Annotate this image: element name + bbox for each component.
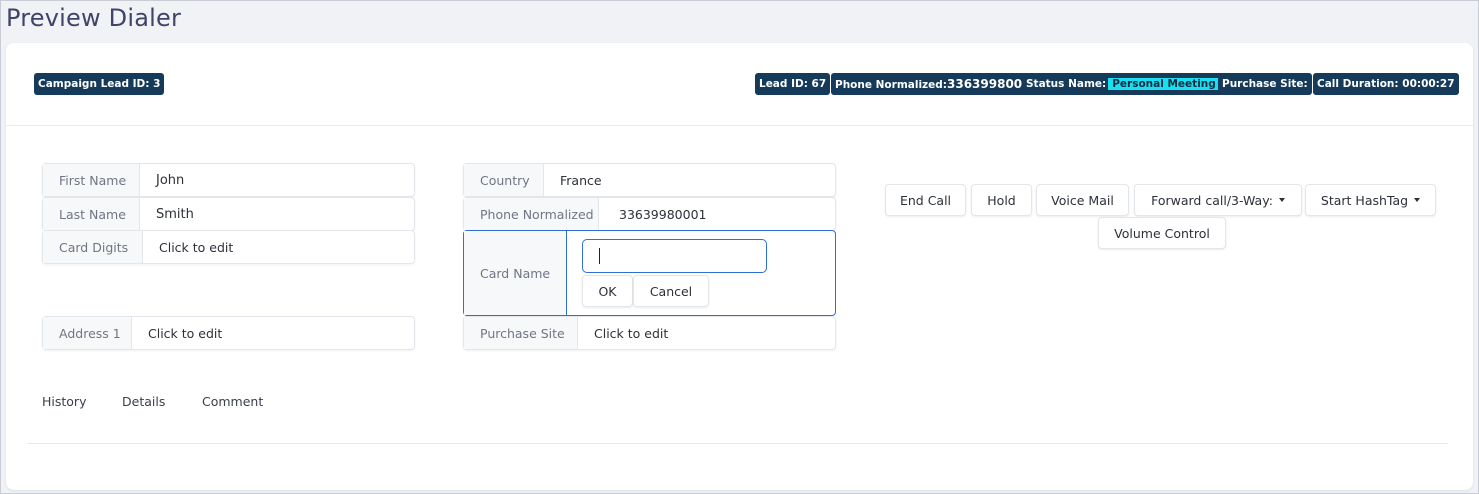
card-name-edit-box: OK Cancel	[567, 231, 835, 315]
purchase-site-badge: Purchase Site:	[1218, 73, 1312, 95]
card-digits-value[interactable]: Click to edit	[143, 231, 233, 263]
first-name-label: First Name	[43, 164, 140, 196]
address1-label: Address 1	[43, 317, 132, 349]
call-duration-badge: Call Duration: 00:00:27	[1313, 73, 1459, 95]
card-name-input[interactable]	[582, 239, 767, 273]
dialer-card: Campaign Lead ID: 3 Lead ID: 67 Phone No…	[6, 43, 1473, 490]
address1-field: Address 1 Click to edit	[42, 316, 415, 350]
status-name-badge-label: Status Name:	[1026, 78, 1107, 90]
last-name-field: Last Name Smith	[42, 197, 415, 231]
end-call-button[interactable]: End Call	[885, 184, 966, 216]
country-value[interactable]: France	[544, 164, 602, 196]
phone-normalized-badge-label: Phone Normalized:	[835, 79, 947, 91]
voice-mail-button[interactable]: Voice Mail	[1036, 184, 1129, 216]
card-name-editor: Card Name OK Cancel	[463, 230, 836, 316]
forward-call-label: Forward call/3-Way:	[1151, 192, 1273, 208]
tabs-divider	[28, 443, 1448, 444]
card-digits-field: Card Digits Click to edit	[42, 230, 415, 264]
text-caret	[599, 248, 600, 264]
tab-details[interactable]: Details	[122, 394, 165, 409]
first-name-value[interactable]: John	[140, 164, 184, 196]
phone-normalized-label: Phone Normalized	[464, 198, 599, 230]
cancel-button[interactable]: Cancel	[633, 275, 709, 307]
hold-button[interactable]: Hold	[971, 184, 1032, 216]
lead-id-badge: Lead ID: 67	[755, 73, 831, 95]
volume-control-button[interactable]: Volume Control	[1098, 217, 1226, 249]
country-field: Country France	[463, 163, 836, 197]
page-title: Preview Dialer	[6, 4, 182, 32]
campaign-lead-id-badge: Campaign Lead ID: 3	[34, 73, 165, 95]
card-name-label: Card Name	[464, 231, 567, 315]
first-name-field: First Name John	[42, 163, 415, 197]
card-header: Campaign Lead ID: 3 Lead ID: 67 Phone No…	[6, 43, 1473, 126]
forward-call-button[interactable]: Forward call/3-Way:	[1134, 184, 1302, 216]
card-digits-label: Card Digits	[43, 231, 143, 263]
chevron-down-icon	[1414, 198, 1421, 202]
purchase-site-label: Purchase Site	[464, 317, 578, 349]
start-hashtag-button[interactable]: Start HashTag	[1305, 184, 1436, 216]
address1-value[interactable]: Click to edit	[132, 317, 222, 349]
purchase-site-value[interactable]: Click to edit	[578, 317, 668, 349]
chevron-down-icon	[1278, 198, 1285, 202]
phone-normalized-field: Phone Normalized 33639980001	[463, 197, 836, 231]
purchase-site-field: Purchase Site Click to edit	[463, 316, 836, 350]
last-name-label: Last Name	[43, 198, 140, 230]
tab-history[interactable]: History	[42, 394, 86, 409]
start-hashtag-label: Start HashTag	[1320, 192, 1409, 208]
country-label: Country	[464, 164, 544, 196]
status-name-badge-value: Personal Meeting	[1108, 78, 1220, 90]
tab-comment[interactable]: Comment	[202, 394, 263, 409]
phone-normalized-value[interactable]: 33639980001	[599, 198, 706, 230]
status-name-badge: Status Name: Personal Meeting	[1022, 73, 1224, 95]
last-name-value[interactable]: Smith	[140, 198, 194, 230]
phone-normalized-badge: Phone Normalized:33639980001	[831, 73, 1043, 95]
ok-button[interactable]: OK	[582, 275, 633, 307]
